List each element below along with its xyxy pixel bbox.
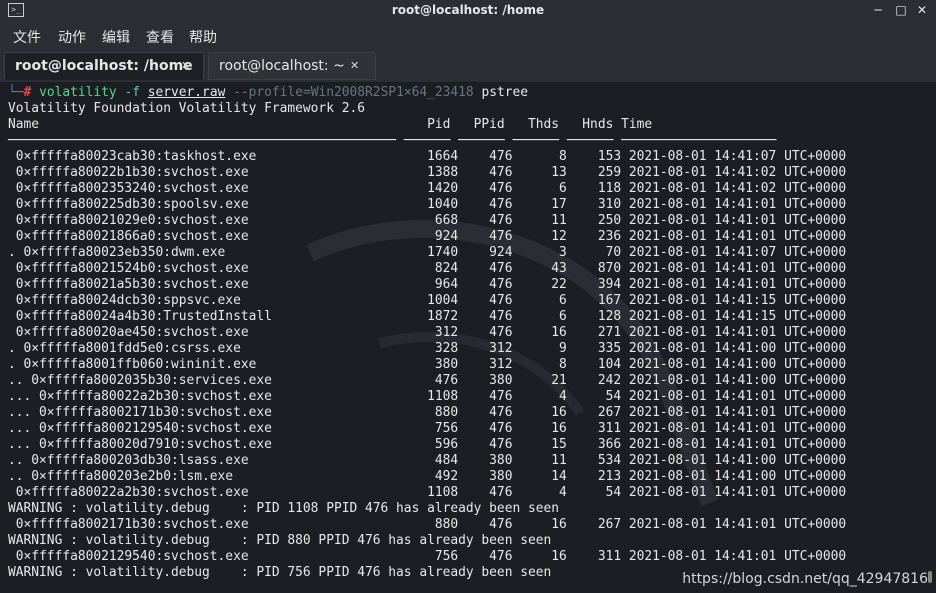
command-flag: -f <box>124 85 140 100</box>
output-line: 0×fffffa80022b1b30:svchost.exe 1388 476 … <box>15 165 847 180</box>
output-line: 0×fffffa80021524b0:svchost.exe 824 476 4… <box>15 261 847 276</box>
menu-edit[interactable]: 编辑 <box>102 27 130 47</box>
output-line: 0×fffffa80021866a0:svchost.exe 924 476 1… <box>15 229 847 244</box>
tab-home[interactable]: root@localhost: /home ✕ <box>4 52 204 80</box>
output-line: ────────────────────────────────────────… <box>8 133 777 148</box>
output-line: . 0×fffffa8001fdd5e0:csrss.exe 328 312 9… <box>8 341 847 356</box>
output-line: ... 0×fffffa8002171b30:svchost.exe 880 4… <box>8 405 847 420</box>
menu-action[interactable]: 动作 <box>58 27 86 47</box>
tab-label: root@localhost: ~ <box>219 58 345 74</box>
warning-line: WARNING : volatility.debug : PID 880 PPI… <box>8 533 552 548</box>
command-plugin-arg: pstree <box>481 85 529 100</box>
minimize-icon[interactable]: ─ <box>870 2 886 18</box>
terminal-output[interactable]: └─# volatility -f server.raw --profile=W… <box>0 83 936 593</box>
tab-close-icon[interactable]: ✕ <box>181 59 190 72</box>
warning-line: WARNING : volatility.debug : PID 756 PPI… <box>8 565 552 580</box>
warning-line: WARNING : volatility.debug : PID 1108 PP… <box>8 501 560 516</box>
output-line: 0×fffffa80024dcb30:sppsvc.exe 1004 476 6… <box>15 293 847 308</box>
command-file-arg: server.raw <box>147 85 226 100</box>
output-line: 0×fffffa80021029e0:svchost.exe 668 476 1… <box>15 213 847 228</box>
menu-help[interactable]: 帮助 <box>189 27 217 47</box>
scrollbar[interactable] <box>928 571 932 583</box>
output-line: Volatility Foundation Volatility Framewo… <box>8 101 365 116</box>
output-line: 0×fffffa80020ae450:svchost.exe 312 476 1… <box>15 325 847 340</box>
prompt-corner: └─ <box>8 85 24 100</box>
output-line: 0×fffffa80022a2b30:svchost.exe 1108 476 … <box>15 485 847 500</box>
output-line: 0×fffffa80024a4b30:TrustedInstall 1872 4… <box>15 309 847 324</box>
menu-bar: 文件 动作 编辑 查看 帮助 <box>0 22 936 50</box>
output-line: 0×fffffa80021a5b30:svchost.exe 964 476 2… <box>15 277 847 292</box>
output-line: 0×fffffa8002353240:svchost.exe 1420 476 … <box>15 181 847 196</box>
prompt-hash: # <box>23 85 32 100</box>
output-line: 0×fffffa8002129540:svchost.exe 756 476 1… <box>15 549 847 564</box>
output-line: 0×fffffa8002171b30:svchost.exe 880 476 1… <box>15 517 847 532</box>
output-line: . 0×fffffa8001ffb060:wininit.exe 380 312… <box>8 357 847 372</box>
window-title: root@localhost: /home <box>391 3 545 17</box>
window-titlebar: >_ root@localhost: /home ─ □ ✕ <box>0 0 936 22</box>
output-line: 0×fffffa800225db30:spoolsv.exe 1040 476 … <box>15 197 847 212</box>
tab-close-icon[interactable]: ✕ <box>350 59 359 72</box>
maximize-icon[interactable]: □ <box>893 2 909 18</box>
menu-view[interactable]: 查看 <box>146 27 174 47</box>
output-line: . 0×fffffa80023eb350:dwm.exe 1740 924 3 … <box>8 245 847 260</box>
output-lines: Volatility Foundation Volatility Framewo… <box>8 101 846 580</box>
close-icon[interactable]: ✕ <box>914 2 930 18</box>
watermark-text: https://blog.csdn.net/qq_42947816 <box>682 571 928 587</box>
command-profile-arg: --profile=Win2008R2SP1×64_23418 <box>233 85 474 100</box>
tab-bar: root@localhost: /home ✕ root@localhost: … <box>0 50 936 83</box>
tab-root[interactable]: root@localhost: ~ ✕ <box>208 52 376 80</box>
output-line: ... 0×fffffa8002129540:svchost.exe 756 4… <box>8 421 847 436</box>
output-line: .. 0×fffffa800203e2b0:lsm.exe 492 380 14… <box>8 469 847 484</box>
terminal-text: └─# volatility -f server.raw --profile=W… <box>8 85 846 581</box>
output-line: ... 0×fffffa80020d7910:svchost.exe 596 4… <box>8 437 847 452</box>
output-line: ... 0×fffffa80022a2b30:svchost.exe 1108 … <box>8 389 847 404</box>
command-name: volatility <box>39 85 117 100</box>
output-line: Name Pid PPid Thds Hnds Time <box>8 117 653 132</box>
tab-label: root@localhost: /home <box>15 58 193 74</box>
output-line: .. 0×fffffa8002035b30:services.exe 476 3… <box>8 373 847 388</box>
output-line: .. 0×fffffa800203db30:lsass.exe 484 380 … <box>8 453 847 468</box>
menu-file[interactable]: 文件 <box>13 27 41 47</box>
output-line: 0×fffffa80023cab30:taskhost.exe 1664 476… <box>15 149 847 164</box>
